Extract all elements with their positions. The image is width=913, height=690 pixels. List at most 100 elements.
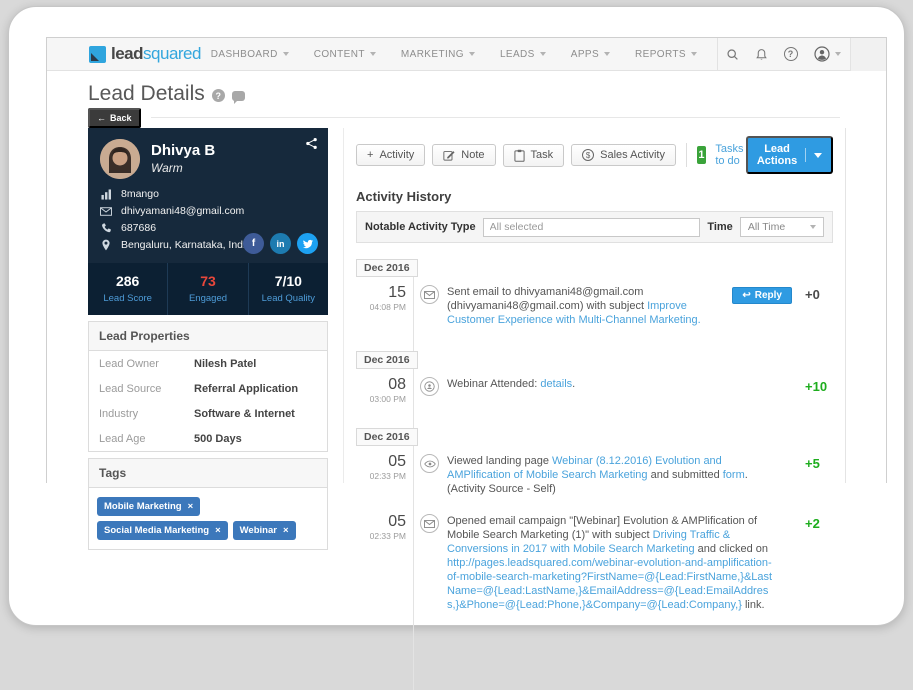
add-note-button[interactable]: Note bbox=[432, 144, 496, 166]
company-icon bbox=[100, 188, 112, 200]
facebook-icon[interactable]: f bbox=[243, 233, 264, 254]
title-comment-icon[interactable] bbox=[231, 91, 245, 104]
property-label: Lead Source bbox=[99, 383, 162, 395]
tasks-to-do-link[interactable]: Tasks to do bbox=[715, 143, 745, 167]
chevron-down-icon bbox=[604, 52, 611, 56]
nav-item-reports[interactable]: REPORTS bbox=[635, 49, 697, 60]
linkedin-icon[interactable]: in bbox=[270, 233, 291, 254]
location-pin-icon bbox=[100, 239, 112, 251]
time-select-value: All Time bbox=[747, 221, 786, 233]
property-label: Lead Owner bbox=[99, 358, 159, 370]
lead-company: 8mango bbox=[121, 188, 159, 200]
entry-day: 05 bbox=[388, 453, 406, 470]
title-divider bbox=[151, 117, 840, 118]
entry-score: +5 bbox=[805, 456, 820, 471]
campaign-url-link[interactable]: http://pages.leadsquared.com/webinar-evo… bbox=[447, 557, 772, 611]
share-icon[interactable] bbox=[305, 137, 318, 150]
tasks-count-badge: 1 bbox=[696, 146, 707, 164]
nav-item-marketing[interactable]: MARKETING bbox=[401, 49, 475, 60]
chevron-down-icon bbox=[691, 52, 697, 56]
form-link[interactable]: form bbox=[723, 469, 745, 481]
tag-remove-icon[interactable]: × bbox=[283, 525, 289, 536]
nav-item-label: REPORTS bbox=[635, 48, 686, 60]
back-button-label: Back bbox=[110, 113, 132, 123]
timeline-date: Dec 2016 bbox=[356, 259, 418, 277]
leadsquared-logo[interactable]: leadsquared bbox=[89, 44, 201, 64]
entry-score: +2 bbox=[805, 516, 820, 531]
engaged-label: Engaged bbox=[188, 293, 228, 304]
tags-title: Tags bbox=[89, 459, 327, 488]
nav-item-content[interactable]: CONTENT bbox=[314, 49, 376, 60]
property-label: Industry bbox=[99, 408, 139, 420]
notifications-bell-icon[interactable] bbox=[747, 38, 776, 71]
tag-social-media-marketing[interactable]: Social Media Marketing × bbox=[97, 521, 228, 540]
add-note-label: Note bbox=[461, 149, 485, 161]
back-arrow-icon: ← bbox=[97, 113, 106, 123]
chevron-down-icon bbox=[369, 52, 376, 56]
lead-actions-button[interactable]: Lead Actions bbox=[745, 136, 833, 174]
lead-phone[interactable]: 687686 bbox=[121, 222, 156, 234]
leadsquared-logo-icon bbox=[89, 45, 106, 63]
note-pencil-icon bbox=[443, 151, 455, 161]
tag-webinar[interactable]: Webinar × bbox=[232, 521, 296, 540]
toolbar-divider bbox=[685, 143, 687, 167]
tag-label: Mobile Marketing bbox=[104, 501, 182, 512]
property-value: Nilesh Patel bbox=[194, 358, 257, 370]
lead-score-label: Lead Score bbox=[103, 293, 152, 304]
nav-item-label: CONTENT bbox=[313, 48, 365, 60]
navbar-icon-group: ? bbox=[717, 37, 886, 71]
activity-entry-webinar-attended: 08 03:00 PM Webinar Attended: details. +… bbox=[356, 377, 833, 405]
chevron-down-icon bbox=[282, 52, 289, 56]
entry-time: 04:08 PM bbox=[369, 302, 406, 312]
back-button[interactable]: ← Back bbox=[88, 108, 141, 128]
button-separator bbox=[805, 148, 806, 162]
help-icon[interactable]: ? bbox=[776, 38, 805, 71]
notable-activity-type-label: Notable Activity Type bbox=[365, 221, 476, 233]
sales-activity-button[interactable]: $ Sales Activity bbox=[571, 144, 676, 166]
email-sent-icon bbox=[420, 285, 439, 304]
activity-entry-email-opened: 05 02:33 PM Opened email campaign "[Webi… bbox=[356, 514, 833, 612]
add-activity-button[interactable]: + Activity bbox=[356, 144, 426, 166]
email-icon bbox=[100, 206, 112, 216]
lead-actions-label: Lead Actions bbox=[756, 143, 798, 167]
add-task-button[interactable]: Task bbox=[502, 143, 565, 167]
activity-entry-email-sent: 15 04:08 PM Sent email to dhivyamani48@g… bbox=[356, 285, 833, 327]
reply-label: Reply bbox=[754, 290, 782, 301]
property-value: 500 Days bbox=[194, 433, 242, 445]
tag-remove-icon[interactable]: × bbox=[188, 501, 194, 512]
property-value: Software & Internet bbox=[194, 408, 295, 420]
title-help-icon[interactable]: ? bbox=[211, 89, 225, 102]
app-window: leadsquared DASHBOARD CONTENT MARKETING … bbox=[46, 37, 887, 690]
page-title: Lead Details ? bbox=[88, 82, 245, 106]
twitter-icon[interactable] bbox=[297, 233, 318, 254]
nav-item-apps[interactable]: APPS bbox=[570, 48, 611, 60]
lead-quality-label: Lead Quality bbox=[261, 293, 315, 304]
user-account-menu[interactable] bbox=[805, 38, 850, 71]
entry-score: +10 bbox=[805, 379, 828, 394]
timeline-date: Dec 2016 bbox=[356, 351, 418, 369]
tags-panel: Tags Mobile Marketing × Social Media Mark… bbox=[88, 458, 328, 550]
lead-properties-title: Lead Properties bbox=[89, 322, 327, 351]
time-select[interactable]: All Time bbox=[739, 217, 824, 237]
nav-item-label: APPS bbox=[570, 48, 600, 60]
question-glyph: ? bbox=[783, 47, 798, 61]
logo-text-lead: lead bbox=[111, 44, 144, 63]
browser-window: leadsquared DASHBOARD CONTENT MARKETING … bbox=[8, 6, 905, 690]
reply-button[interactable]: ↩ Reply bbox=[732, 287, 792, 304]
nav-item-dashboard[interactable]: DASHBOARD bbox=[211, 49, 289, 60]
add-activity-label: Activity bbox=[379, 149, 415, 161]
lead-email-row: dhivyamani48@gmail.com bbox=[100, 205, 316, 217]
nav-item-leads[interactable]: LEADS bbox=[500, 49, 546, 60]
lead-email[interactable]: dhivyamani48@gmail.com bbox=[121, 205, 244, 217]
search-icon[interactable] bbox=[718, 38, 747, 71]
lead-profile-card: Dhivya B Warm 8mango dhivyamani48@gmail.… bbox=[88, 128, 328, 263]
tag-remove-icon[interactable]: × bbox=[215, 525, 221, 536]
webinar-details-link[interactable]: details bbox=[540, 378, 572, 390]
tag-label: Webinar bbox=[239, 525, 277, 536]
tag-mobile-marketing[interactable]: Mobile Marketing × bbox=[97, 497, 201, 516]
activity-type-input[interactable] bbox=[482, 217, 701, 237]
activity-history-title: Activity History bbox=[356, 189, 452, 204]
lead-status: Warm bbox=[151, 161, 183, 175]
tag-label: Social Media Marketing bbox=[104, 525, 210, 536]
stat-engaged: 73 Engaged bbox=[167, 263, 247, 315]
